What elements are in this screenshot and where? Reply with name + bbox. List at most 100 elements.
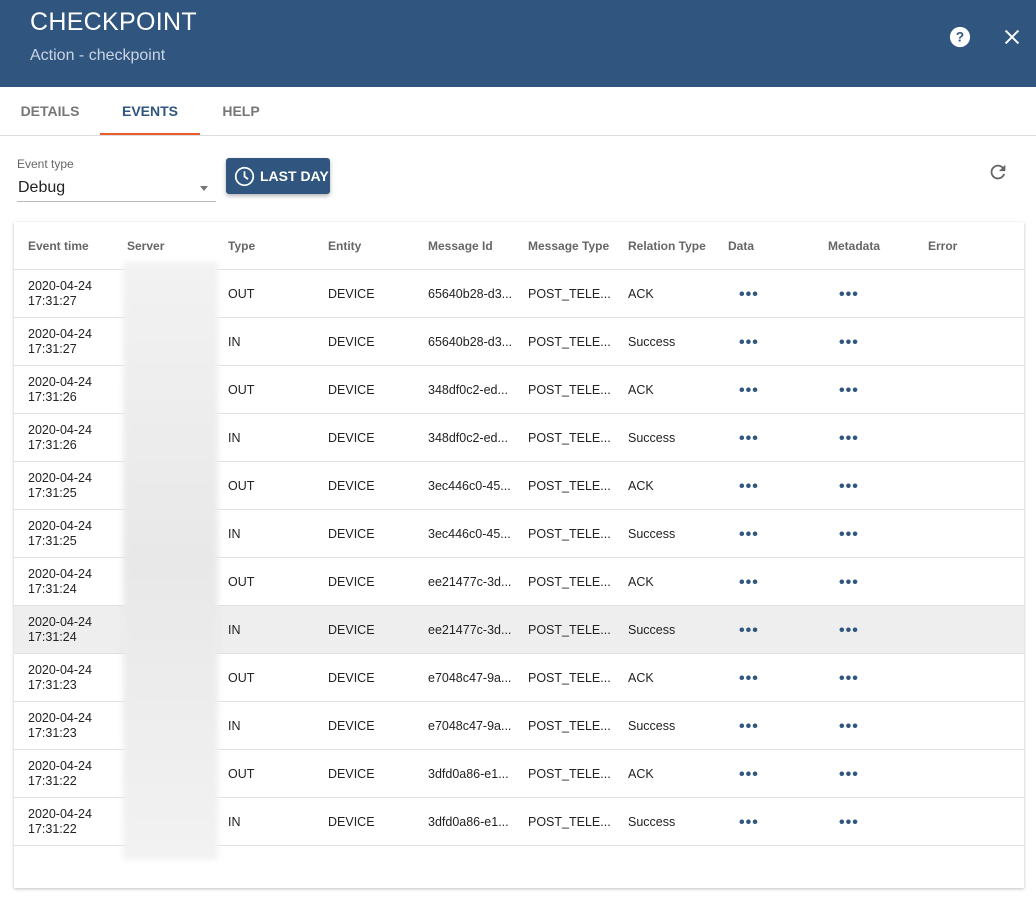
message-type-cell: POST_TELE...	[528, 286, 611, 301]
data-more-button[interactable]: •••	[739, 654, 759, 702]
event-time-cell: 2020-04-24 17:31:22	[28, 750, 92, 798]
data-more-button[interactable]: •••	[739, 414, 759, 462]
metadata-more-button[interactable]: •••	[839, 702, 859, 750]
relation-type-cell: Success	[628, 526, 676, 541]
event-time-cell: 2020-04-24 17:31:27	[28, 270, 92, 318]
relation-type-cell: ACK	[628, 478, 654, 493]
column-header[interactable]: Event time	[28, 222, 89, 270]
event-time-cell: 2020-04-24 17:31:25	[28, 510, 92, 558]
data-more-button[interactable]: •••	[739, 318, 759, 366]
event-time: 17:31:27	[28, 294, 77, 308]
metadata-more-button[interactable]: •••	[839, 654, 859, 702]
message-id-cell: 348df0c2-ed...	[428, 430, 508, 445]
event-type-select[interactable]: Debug	[17, 177, 216, 202]
event-time-cell: 2020-04-24 17:31:25	[28, 462, 92, 510]
message-type-cell: POST_TELE...	[528, 670, 611, 685]
entity-cell: DEVICE	[328, 478, 375, 493]
entity-cell: DEVICE	[328, 430, 375, 445]
event-time: 17:31:26	[28, 438, 77, 452]
time-range-button[interactable]: LAST DAY	[226, 158, 330, 194]
relation-type-cell: Success	[628, 718, 676, 733]
event-time: 17:31:23	[28, 726, 77, 740]
data-more-button[interactable]: •••	[739, 702, 759, 750]
message-type-cell: POST_TELE...	[528, 814, 611, 829]
metadata-more-button[interactable]: •••	[839, 318, 859, 366]
time-range-label: LAST DAY	[260, 168, 329, 184]
data-more-button[interactable]: •••	[739, 798, 759, 846]
relation-type-cell: ACK	[628, 670, 654, 685]
message-id-cell: 3ec446c0-45...	[428, 478, 511, 493]
event-time-cell: 2020-04-24 17:31:23	[28, 654, 92, 702]
metadata-more-button[interactable]: •••	[839, 462, 859, 510]
metadata-more-button[interactable]: •••	[839, 798, 859, 846]
relation-type-cell: Success	[628, 430, 676, 445]
column-header[interactable]: Data	[728, 222, 754, 270]
metadata-more-button[interactable]: •••	[839, 414, 859, 462]
column-header[interactable]: Message Type	[528, 222, 609, 270]
events-table: Event time Server Type Entity Message Id Mess…	[14, 222, 1024, 888]
clock-icon	[234, 166, 255, 187]
event-date: 2020-04-24	[28, 663, 92, 677]
column-header[interactable]: Relation Type	[628, 222, 706, 270]
type-cell: IN	[228, 526, 241, 541]
message-type-cell: POST_TELE...	[528, 382, 611, 397]
event-time-cell: 2020-04-24 17:31:24	[28, 606, 92, 654]
event-type-label: Event type	[17, 157, 74, 171]
data-more-button[interactable]: •••	[739, 366, 759, 414]
entity-cell: DEVICE	[328, 622, 375, 637]
metadata-more-button[interactable]: •••	[839, 750, 859, 798]
tab-help[interactable]: HELP	[191, 87, 291, 135]
relation-type-cell: ACK	[628, 286, 654, 301]
message-type-cell: POST_TELE...	[528, 526, 611, 541]
help-icon[interactable]: ?	[949, 26, 971, 48]
column-header[interactable]: Metadata	[828, 222, 880, 270]
relation-type-cell: ACK	[628, 574, 654, 589]
type-cell: IN	[228, 334, 241, 349]
metadata-more-button[interactable]: •••	[839, 270, 859, 318]
data-more-button[interactable]: •••	[739, 270, 759, 318]
event-time-cell: 2020-04-24 17:31:22	[28, 798, 92, 846]
entity-cell: DEVICE	[328, 814, 375, 829]
event-date: 2020-04-24	[28, 375, 92, 389]
event-date: 2020-04-24	[28, 567, 92, 581]
type-cell: IN	[228, 622, 241, 637]
tab-events[interactable]: EVENTS	[100, 87, 200, 135]
message-id-cell: 65640b28-d3...	[428, 286, 513, 301]
message-type-cell: POST_TELE...	[528, 574, 611, 589]
event-type-value: Debug	[18, 179, 66, 196]
event-time: 17:31:22	[28, 822, 77, 836]
event-date: 2020-04-24	[28, 615, 92, 629]
column-header[interactable]: Type	[228, 222, 255, 270]
message-id-cell: e7048c47-9a...	[428, 670, 512, 685]
data-more-button[interactable]: •••	[739, 462, 759, 510]
refresh-icon[interactable]	[987, 161, 1009, 183]
metadata-more-button[interactable]: •••	[839, 558, 859, 606]
event-date: 2020-04-24	[28, 807, 92, 821]
close-icon[interactable]	[1001, 26, 1023, 48]
column-header[interactable]: Error	[928, 222, 957, 270]
column-header[interactable]: Message Id	[428, 222, 493, 270]
message-id-cell: 3dfd0a86-e1...	[428, 766, 509, 781]
type-cell: OUT	[228, 286, 255, 301]
relation-type-cell: Success	[628, 622, 676, 637]
type-cell: OUT	[228, 766, 255, 781]
dialog-header: CHECKPOINT Action - checkpoint ?	[0, 0, 1036, 87]
metadata-more-button[interactable]: •••	[839, 510, 859, 558]
data-more-button[interactable]: •••	[739, 750, 759, 798]
message-type-cell: POST_TELE...	[528, 718, 611, 733]
dialog-title: CHECKPOINT	[30, 8, 197, 36]
metadata-more-button[interactable]: •••	[839, 366, 859, 414]
data-more-button[interactable]: •••	[739, 558, 759, 606]
data-more-button[interactable]: •••	[739, 510, 759, 558]
relation-type-cell: ACK	[628, 382, 654, 397]
tab-details[interactable]: DETAILS	[0, 87, 100, 135]
column-header[interactable]: Entity	[328, 222, 361, 270]
data-more-button[interactable]: •••	[739, 606, 759, 654]
relation-type-cell: ACK	[628, 766, 654, 781]
event-time: 17:31:24	[28, 582, 77, 596]
metadata-more-button[interactable]: •••	[839, 606, 859, 654]
message-id-cell: 65640b28-d3...	[428, 334, 513, 349]
event-date: 2020-04-24	[28, 327, 92, 341]
entity-cell: DEVICE	[328, 526, 375, 541]
event-time: 17:31:26	[28, 390, 77, 404]
